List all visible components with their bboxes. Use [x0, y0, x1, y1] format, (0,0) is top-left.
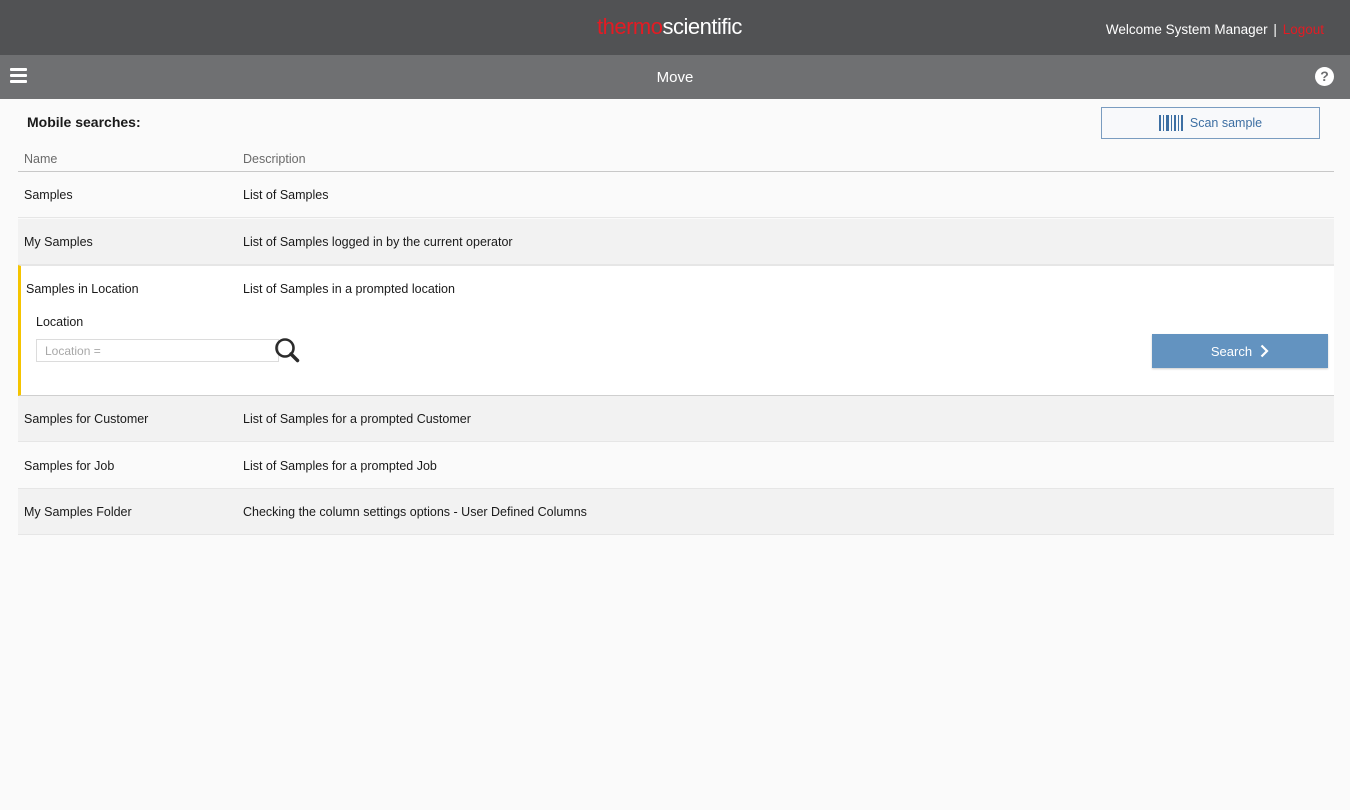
table-row-expanded[interactable]: Samples in Location List of Samples in a… — [18, 265, 1334, 396]
location-label: Location — [36, 315, 84, 329]
row-name: My Samples Folder — [24, 505, 132, 519]
row-name: Samples — [24, 188, 73, 202]
scan-sample-label: Scan sample — [1189, 116, 1263, 130]
table-row[interactable]: My Samples Folder Checking the column se… — [18, 489, 1334, 535]
row-description: List of Samples in a prompted location — [243, 282, 455, 296]
table-row[interactable]: Samples for Customer List of Samples for… — [18, 396, 1334, 442]
app-header: thermoscientific Welcome System Manager … — [0, 0, 1350, 55]
row-name: Samples in Location — [26, 282, 139, 296]
row-description: List of Samples for a prompted Job — [243, 459, 437, 473]
logout-link[interactable]: Logout — [1283, 22, 1324, 37]
search-button-label: Search — [1210, 343, 1253, 359]
row-description: Checking the column settings options - U… — [243, 505, 587, 519]
table-row[interactable]: My Samples List of Samples logged in by … — [18, 219, 1334, 265]
page-toolbar: Move ? — [0, 55, 1350, 99]
column-header-description[interactable]: Description — [243, 152, 306, 166]
location-input[interactable] — [36, 339, 279, 362]
help-icon[interactable]: ? — [1315, 67, 1334, 86]
row-description: List of Samples — [243, 188, 329, 202]
chevron-right-icon — [1260, 344, 1269, 358]
table-row[interactable]: Samples List of Samples — [18, 172, 1334, 218]
search-icon[interactable] — [274, 337, 300, 363]
logo-part-thermo: thermo — [597, 14, 663, 39]
row-name: My Samples — [24, 235, 93, 249]
row-name: Samples for Job — [24, 459, 115, 473]
scan-sample-button[interactable]: Scan sample — [1101, 107, 1320, 139]
page-title: Move — [656, 69, 694, 86]
column-header-name[interactable]: Name — [24, 152, 57, 166]
welcome-text: Welcome System Manager — [1105, 22, 1268, 37]
row-description: List of Samples for a prompted Customer — [243, 412, 471, 426]
separator: | — [1273, 22, 1277, 37]
row-name: Samples for Customer — [24, 412, 149, 426]
row-description: List of Samples logged in by the current… — [243, 235, 513, 249]
brand-logo: thermoscientific — [597, 14, 742, 40]
logo-part-scientific: scientific — [662, 14, 742, 39]
section-title: Mobile searches: — [27, 114, 141, 130]
user-greeting: Welcome System Manager | Logout — [1106, 22, 1324, 37]
table-row[interactable]: Samples for Job List of Samples for a pr… — [18, 443, 1334, 489]
search-button[interactable]: Search — [1152, 334, 1328, 368]
barcode-icon — [1158, 115, 1183, 131]
